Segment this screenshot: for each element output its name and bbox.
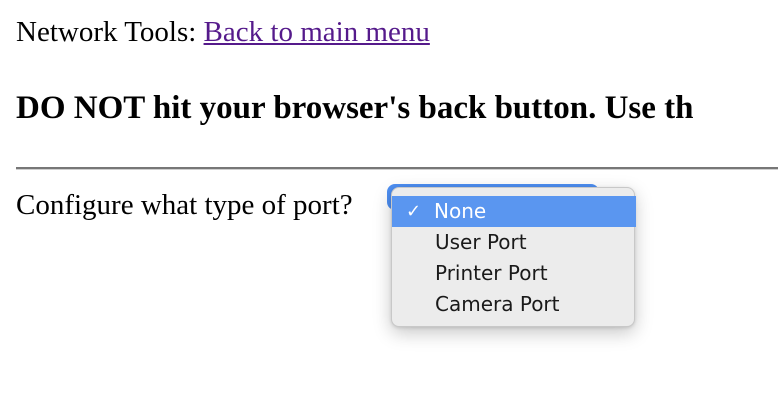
option-camera-port[interactable]: Camera Port [393,289,636,320]
option-printer-port[interactable]: Printer Port [393,258,636,289]
port-type-question: Configure what type of port? [16,189,353,221]
port-type-dropdown-menu: ✓ None User Port Printer Port Camera Por… [391,187,636,327]
checkmark-icon: ✓ [406,201,422,222]
option-label: Printer Port [435,261,548,285]
option-none[interactable]: ✓ None [392,196,636,227]
header-prefix: Network Tools: [16,16,204,48]
option-label: None [434,199,487,223]
page-header: Network Tools: Back to main menu [16,14,430,50]
horizontal-rule [16,167,778,170]
option-user-port[interactable]: User Port [393,227,636,258]
back-to-main-menu-link[interactable]: Back to main menu [204,16,430,48]
back-button-warning: DO NOT hit your browser's back button. U… [16,90,694,126]
option-label: User Port [435,230,527,254]
option-label: Camera Port [435,292,560,316]
